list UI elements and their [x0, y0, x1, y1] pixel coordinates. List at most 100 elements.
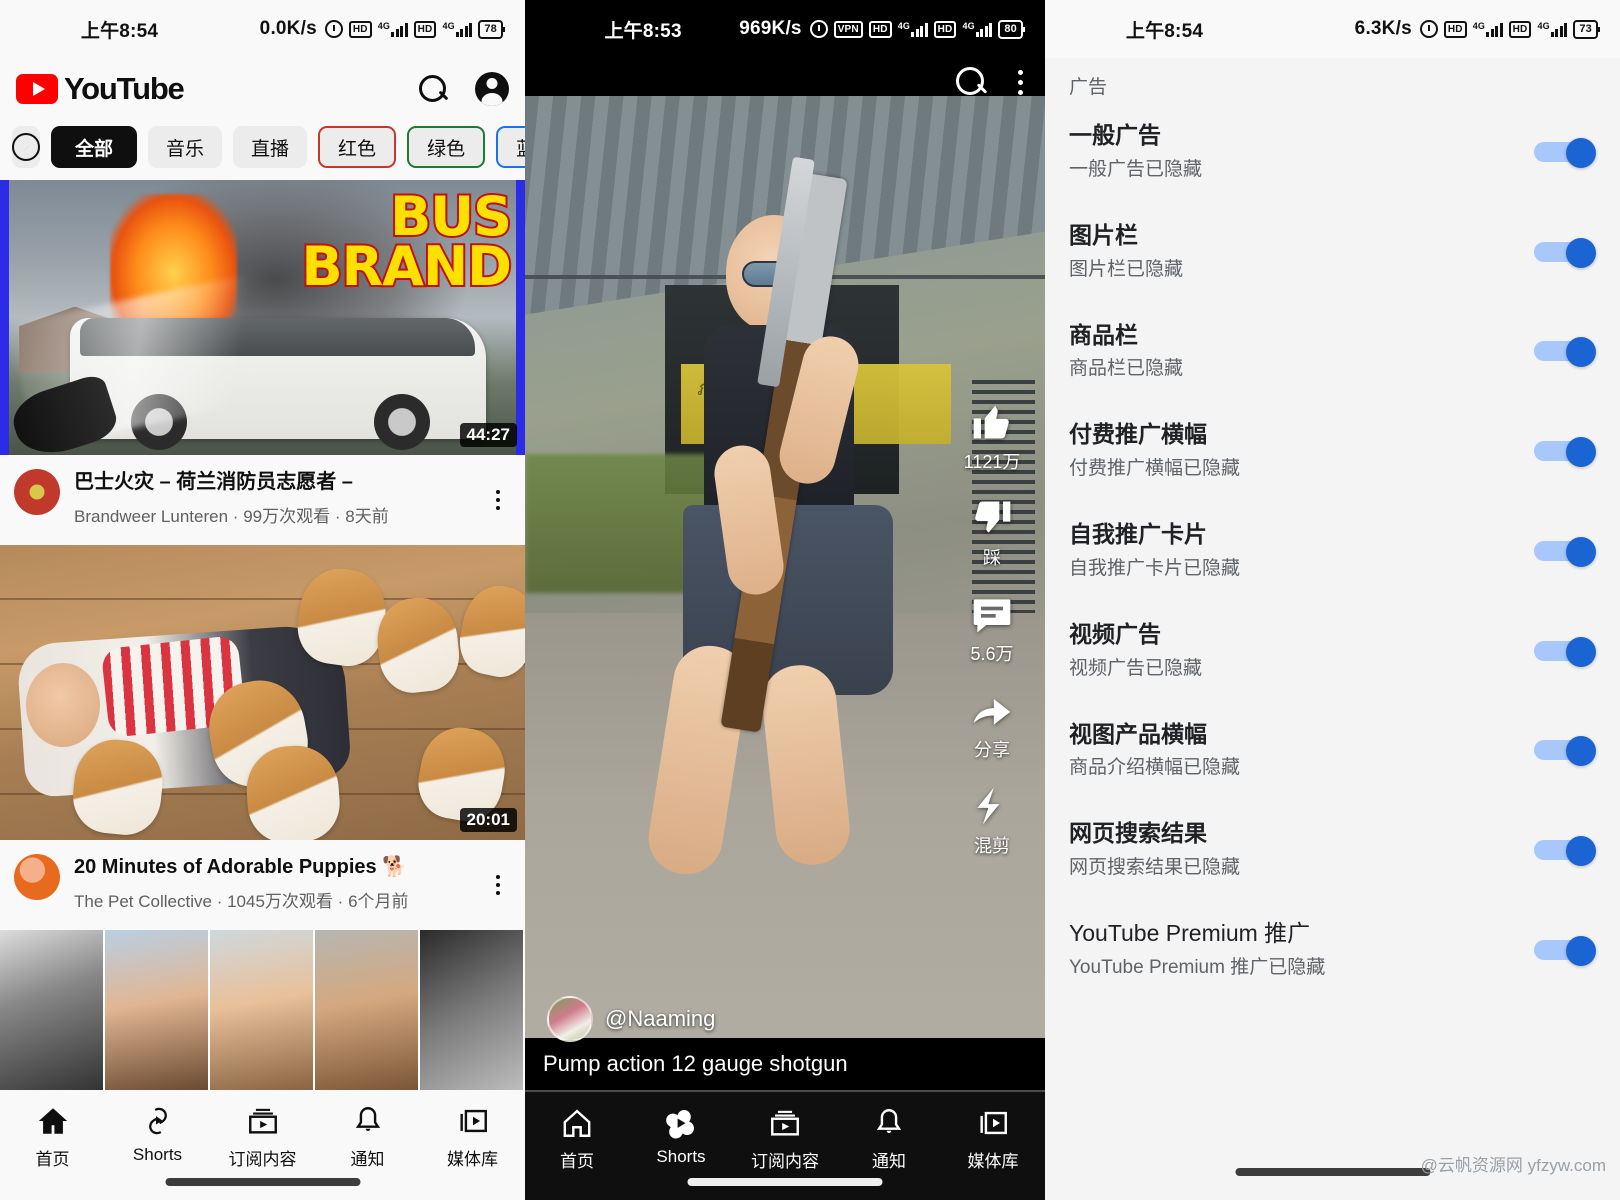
pref-text: 图片栏 图片栏已隐藏	[1069, 221, 1516, 281]
nav-label: 首页	[35, 1150, 70, 1169]
pref-image-shelf[interactable]: 图片栏 图片栏已隐藏	[1069, 201, 1596, 301]
network-type-1: 4G	[897, 21, 911, 31]
pref-product-banner[interactable]: 视图产品横幅 商品介绍横幅已隐藏	[1069, 700, 1596, 800]
shorts-author-row[interactable]: @Naaming	[547, 996, 715, 1042]
thumbs-down-icon	[975, 501, 1011, 533]
dislike-button[interactable]: 踩	[970, 496, 1014, 570]
home-icon	[36, 1104, 70, 1138]
toggle-switch[interactable]	[1534, 536, 1596, 567]
pref-general-ads[interactable]: 一般广告 一般广告已隐藏	[1069, 101, 1596, 201]
author-avatar[interactable]	[547, 996, 593, 1042]
pref-paid-promo-banner[interactable]: 付费推广横幅 付费推广横幅已隐藏	[1069, 400, 1596, 500]
signal-icon-1: 4G	[1473, 21, 1503, 37]
nav-item-subscriptions[interactable]: 订阅内容	[733, 1106, 837, 1172]
like-button[interactable]: 1121万	[963, 400, 1021, 474]
video-thumbnail-bus[interactable]: BUS BRAND 44:27	[0, 180, 525, 455]
nav-item-subscriptions[interactable]: 订阅内容	[210, 1104, 315, 1170]
toggle-switch[interactable]	[1534, 736, 1596, 767]
bottom-nav-home: 首页 Shorts 订阅内容 通知 媒体库	[0, 1090, 525, 1200]
video-meta-row[interactable]: 巴士火灾 – 荷兰消防员志愿者 – Brandweer Lunteren · 9…	[0, 455, 525, 545]
more-vertical-icon[interactable]	[1018, 69, 1023, 95]
like-count: 1121万	[963, 452, 1021, 472]
pref-title: 视图产品横幅	[1069, 720, 1207, 747]
thumb-person-head	[26, 663, 101, 747]
nav-label: 订阅内容	[228, 1150, 297, 1169]
toggle-switch[interactable]	[1534, 337, 1596, 368]
gesture-handle[interactable]	[1235, 1168, 1430, 1176]
youtube-logo[interactable]: YouTube	[16, 71, 185, 107]
nav-label: 订阅内容	[751, 1152, 819, 1171]
pref-premium-promo[interactable]: YouTube Premium 推广 YouTube Premium 推广已隐藏	[1069, 899, 1596, 999]
author-handle[interactable]: @Naaming	[605, 1006, 715, 1032]
video-more-icon[interactable]	[485, 469, 511, 527]
thumb-overlay-text: BUS BRAND	[299, 185, 514, 298]
video-thumbnail-faces[interactable]	[0, 930, 525, 1090]
nav-item-notifications[interactable]: 通知	[315, 1104, 420, 1170]
comment-count: 5.6万	[970, 644, 1014, 664]
pref-title: 自我推广卡片	[1069, 521, 1207, 547]
video-thumbnail-puppies[interactable]: 20:01	[0, 545, 525, 840]
pref-text: YouTube Premium 推广 YouTube Premium 推广已隐藏	[1069, 919, 1516, 979]
nav-item-shorts[interactable]: Shorts	[105, 1104, 210, 1165]
channel-avatar[interactable]	[14, 469, 60, 515]
pref-title: 图片栏	[1069, 221, 1138, 248]
face-cell	[0, 930, 105, 1090]
gesture-handle[interactable]	[165, 1178, 360, 1186]
chip-green[interactable]: 绿色	[407, 126, 486, 168]
nav-item-home[interactable]: 首页	[0, 1104, 105, 1170]
toggle-switch[interactable]	[1534, 836, 1596, 867]
face-cell	[420, 930, 525, 1090]
account-avatar-icon[interactable]	[475, 72, 509, 106]
search-icon[interactable]	[417, 73, 449, 105]
panel-youtube-home: 上午8:54 0.0K/s HD 4G HD 4G 78 YouTube 全部 …	[0, 0, 525, 1200]
chip-all[interactable]: 全部	[51, 126, 138, 168]
gesture-handle[interactable]	[687, 1178, 883, 1186]
chip-red[interactable]: 红色	[318, 126, 397, 168]
toggle-switch[interactable]	[1534, 935, 1596, 966]
toggle-switch[interactable]	[1534, 437, 1596, 468]
remix-button[interactable]: 混剪	[970, 784, 1014, 858]
shorts-topbar	[525, 58, 1045, 106]
nav-item-home[interactable]: 首页	[525, 1106, 629, 1172]
chip-explore[interactable]	[12, 126, 40, 168]
face-cell	[105, 930, 210, 1090]
search-icon[interactable]	[954, 65, 988, 99]
toggle-switch[interactable]	[1534, 137, 1596, 168]
pref-web-search-results[interactable]: 网页搜索结果 网页搜索结果已隐藏	[1069, 799, 1596, 899]
section-header-ads: 广告	[1069, 77, 1108, 98]
pref-summary: YouTube Premium 推广已隐藏	[1069, 956, 1326, 978]
toggle-switch[interactable]	[1534, 636, 1596, 667]
shorts-icon	[664, 1106, 698, 1140]
chip-blue[interactable]: 蓝色	[496, 126, 525, 168]
chip-music[interactable]: 音乐	[148, 126, 223, 168]
nav-label: 通知	[872, 1152, 906, 1171]
nav-label: Shorts	[656, 1147, 706, 1166]
pref-merch-shelf[interactable]: 商品栏 商品栏已隐藏	[1069, 301, 1596, 401]
nav-item-notifications[interactable]: 通知	[837, 1106, 941, 1172]
share-label: 分享	[974, 740, 1010, 760]
dislike-label: 踩	[983, 548, 1001, 568]
channel-avatar[interactable]	[14, 854, 60, 900]
nav-item-shorts[interactable]: Shorts	[629, 1106, 733, 1167]
pref-self-promo-card[interactable]: 自我推广卡片 自我推广卡片已隐藏	[1069, 500, 1596, 600]
pref-video-ads[interactable]: 视频广告 视频广告已隐藏	[1069, 600, 1596, 700]
chip-live[interactable]: 直播	[233, 126, 308, 168]
video-meta-row[interactable]: 20 Minutes of Adorable Puppies 🐕 The Pet…	[0, 840, 525, 930]
shorts-action-rail: 1121万 踩 5.6万 分享 混剪	[953, 400, 1031, 858]
video-text: 20 Minutes of Adorable Puppies 🐕 The Pet…	[74, 854, 471, 912]
home-icon	[560, 1106, 594, 1140]
comment-button[interactable]: 5.6万	[970, 592, 1014, 666]
nav-label: 媒体库	[967, 1152, 1019, 1171]
nav-item-library[interactable]: 媒体库	[941, 1106, 1045, 1172]
status-time: 上午8:54	[1125, 20, 1204, 42]
share-button[interactable]: 分享	[970, 688, 1014, 762]
video-more-icon[interactable]	[485, 854, 511, 912]
network-speed: 0.0K/s	[259, 18, 317, 39]
toggle-switch[interactable]	[1534, 237, 1596, 268]
nav-item-library[interactable]: 媒体库	[420, 1104, 525, 1170]
nav-label: 媒体库	[447, 1150, 498, 1169]
battery-icon: 73	[1573, 19, 1600, 39]
signal-icon-1: 4G	[898, 21, 928, 37]
bottom-nav-shorts: 首页 Shorts 订阅内容 通知 媒体库	[525, 1090, 1045, 1200]
pref-text: 视图产品横幅 商品介绍横幅已隐藏	[1069, 720, 1516, 780]
